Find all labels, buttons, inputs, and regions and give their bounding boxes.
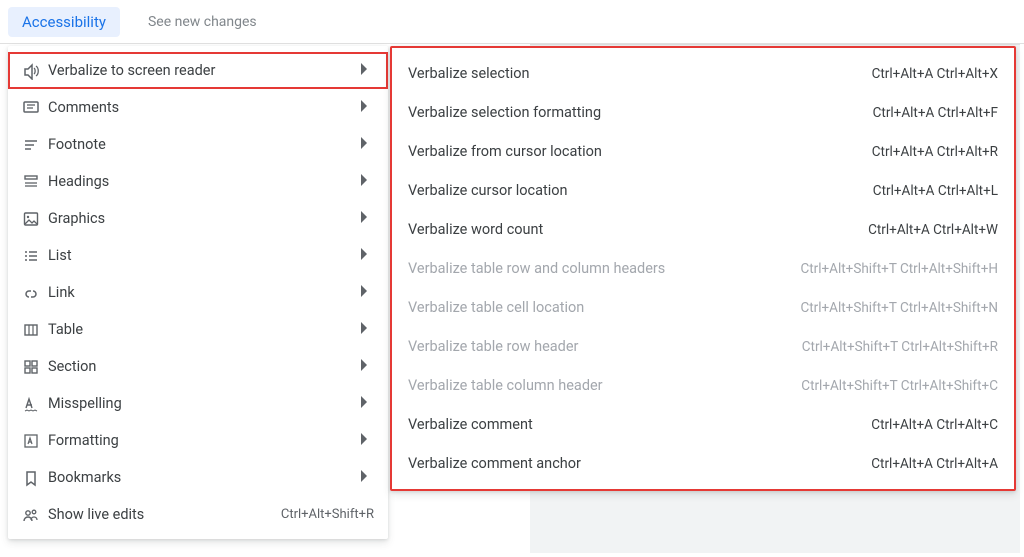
chevron-right-icon [356, 97, 374, 119]
chevron-right-icon [356, 319, 374, 341]
submenu-item-shortcut: Ctrl+Alt+A Ctrl+Alt+A [871, 456, 998, 472]
submenu-item-label: Verbalize comment anchor [408, 455, 871, 472]
submenu-item-shortcut: Ctrl+Alt+A Ctrl+Alt+L [873, 183, 998, 199]
see-new-changes[interactable]: See new changes [138, 8, 267, 36]
chevron-right-icon [356, 208, 374, 230]
menu-item-label: Headings [48, 173, 356, 190]
formatting-icon [22, 432, 48, 450]
menu-item-formatting[interactable]: Formatting [8, 422, 388, 459]
submenu-item-label: Verbalize word count [408, 221, 868, 238]
menu-item-comments[interactable]: Comments [8, 89, 388, 126]
menu-item-label: Graphics [48, 210, 356, 227]
submenu-item-1[interactable]: Verbalize selection formattingCtrl+Alt+A… [390, 93, 1016, 132]
chevron-right-icon [356, 134, 374, 156]
topbar: Accessibility See new changes [0, 0, 1024, 44]
liveedits-icon [22, 506, 48, 524]
submenu-item-label: Verbalize selection formatting [408, 104, 873, 121]
chevron-right-icon [356, 60, 374, 82]
submenu-item-shortcut: Ctrl+Alt+Shift+T Ctrl+Alt+Shift+C [801, 378, 998, 394]
submenu-item-0[interactable]: Verbalize selectionCtrl+Alt+A Ctrl+Alt+X [390, 54, 1016, 93]
submenu-item-label: Verbalize selection [408, 65, 872, 82]
submenu-item-6: Verbalize table cell locationCtrl+Alt+Sh… [390, 288, 1016, 327]
submenu-item-label: Verbalize table cell location [408, 299, 800, 316]
submenu-item-label: Verbalize table column header [408, 377, 801, 394]
submenu-item-3[interactable]: Verbalize cursor locationCtrl+Alt+A Ctrl… [390, 171, 1016, 210]
menu-item-label: Footnote [48, 136, 356, 153]
menu-item-liveedits[interactable]: Show live editsCtrl+Alt+Shift+R [8, 496, 388, 533]
submenu-item-4[interactable]: Verbalize word countCtrl+Alt+A Ctrl+Alt+… [390, 210, 1016, 249]
menu-item-headings[interactable]: Headings [8, 163, 388, 200]
menu-item-label: Verbalize to screen reader [48, 62, 356, 79]
headings-icon [22, 173, 48, 191]
bookmarks-icon [22, 469, 48, 487]
menu-item-label: Table [48, 321, 356, 338]
chevron-right-icon [356, 430, 374, 452]
submenu-item-9[interactable]: Verbalize commentCtrl+Alt+A Ctrl+Alt+C [390, 405, 1016, 444]
menu-item-label: Section [48, 358, 356, 375]
chevron-right-icon [356, 282, 374, 304]
menu-item-label: Misspelling [48, 395, 356, 412]
submenu-item-5: Verbalize table row and column headersCt… [390, 249, 1016, 288]
graphics-icon [22, 210, 48, 228]
chevron-right-icon [356, 356, 374, 378]
submenu-item-shortcut: Ctrl+Alt+A Ctrl+Alt+F [873, 105, 998, 121]
menu-item-label: List [48, 247, 356, 264]
menu-item-label: Bookmarks [48, 469, 356, 486]
submenu-item-label: Verbalize table row and column headers [408, 260, 800, 277]
submenu-item-2[interactable]: Verbalize from cursor locationCtrl+Alt+A… [390, 132, 1016, 171]
section-icon [22, 358, 48, 376]
submenu-item-shortcut: Ctrl+Alt+Shift+T Ctrl+Alt+Shift+R [802, 339, 998, 355]
link-icon [22, 284, 48, 302]
submenu-item-label: Verbalize cursor location [408, 182, 873, 199]
submenu-item-shortcut: Ctrl+Alt+A Ctrl+Alt+W [868, 222, 998, 238]
menu-item-verbalize[interactable]: Verbalize to screen reader [8, 52, 388, 89]
menu-item-bookmarks[interactable]: Bookmarks [8, 459, 388, 496]
footnote-icon [22, 136, 48, 154]
table-icon [22, 321, 48, 339]
speaker-icon [22, 62, 48, 80]
tab-accessibility[interactable]: Accessibility [8, 7, 120, 37]
menu-item-label: Formatting [48, 432, 356, 449]
accessibility-menu: Verbalize to screen reader Comments Footno… [8, 46, 388, 539]
submenu-item-7: Verbalize table row headerCtrl+Alt+Shift… [390, 327, 1016, 366]
chevron-right-icon [356, 245, 374, 267]
submenu-item-shortcut: Ctrl+Alt+Shift+T Ctrl+Alt+Shift+N [800, 300, 998, 316]
menu-item-shortcut: Ctrl+Alt+Shift+R [281, 507, 374, 522]
comments-icon [22, 99, 48, 117]
submenu-item-shortcut: Ctrl+Alt+Shift+T Ctrl+Alt+Shift+H [800, 261, 998, 277]
menu-item-label: Comments [48, 99, 356, 116]
misspelling-icon [22, 395, 48, 413]
chevron-right-icon [356, 171, 374, 193]
submenu-item-label: Verbalize table row header [408, 338, 802, 355]
verbalize-submenu: Verbalize selectionCtrl+Alt+A Ctrl+Alt+X… [390, 46, 1016, 491]
chevron-right-icon [356, 467, 374, 489]
submenu-item-shortcut: Ctrl+Alt+A Ctrl+Alt+C [871, 417, 998, 433]
menu-item-footnote[interactable]: Footnote [8, 126, 388, 163]
menu-item-misspelling[interactable]: Misspelling [8, 385, 388, 422]
submenu-item-10[interactable]: Verbalize comment anchorCtrl+Alt+A Ctrl+… [390, 444, 1016, 483]
menu-item-label: Show live edits [48, 506, 281, 523]
chevron-right-icon [356, 393, 374, 415]
menu-item-section[interactable]: Section [8, 348, 388, 385]
list-icon [22, 247, 48, 265]
menu-item-link[interactable]: Link [8, 274, 388, 311]
submenu-item-label: Verbalize from cursor location [408, 143, 872, 160]
submenu-item-shortcut: Ctrl+Alt+A Ctrl+Alt+R [872, 144, 998, 160]
menu-item-label: Link [48, 284, 356, 301]
menu-item-table[interactable]: Table [8, 311, 388, 348]
submenu-item-shortcut: Ctrl+Alt+A Ctrl+Alt+X [872, 66, 998, 82]
submenu-item-8: Verbalize table column headerCtrl+Alt+Sh… [390, 366, 1016, 405]
submenu-item-label: Verbalize comment [408, 416, 871, 433]
menu-item-list[interactable]: List [8, 237, 388, 274]
menu-item-graphics[interactable]: Graphics [8, 200, 388, 237]
